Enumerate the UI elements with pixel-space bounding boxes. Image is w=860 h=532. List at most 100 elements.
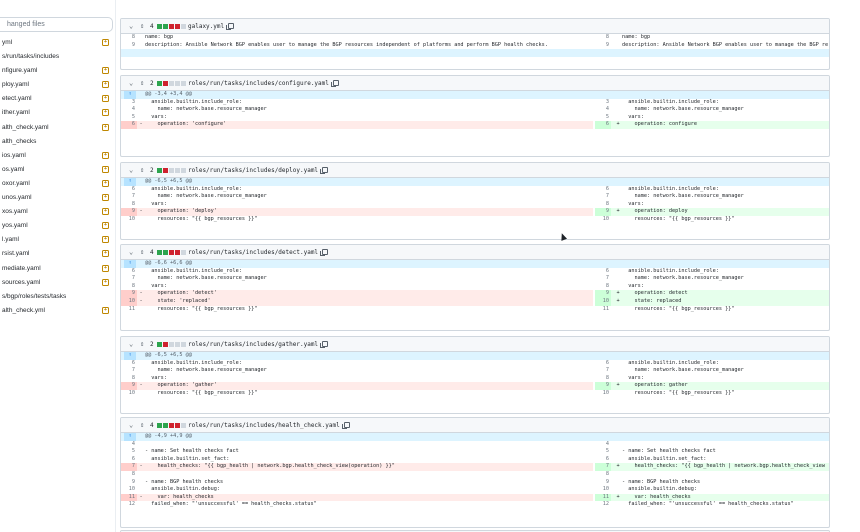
line-number-right[interactable]: 6 <box>595 456 609 464</box>
copy-icon[interactable] <box>330 80 339 87</box>
line-number-left[interactable]: 8 <box>121 471 135 479</box>
line-number-left[interactable]: 7 <box>121 367 135 375</box>
file-tree-item[interactable]: yml + <box>0 36 115 50</box>
line-number-right[interactable]: 11 <box>595 306 609 314</box>
file-tree-item[interactable]: oxor.yaml + <box>0 177 115 191</box>
chevron-down-icon[interactable]: ⌄ <box>129 163 133 178</box>
chevron-down-icon[interactable]: ⌄ <box>129 76 133 91</box>
line-number-left[interactable]: 6 <box>121 121 135 129</box>
expand-up-icon[interactable]: ⇡ <box>124 260 136 268</box>
line-number-right[interactable]: 10 <box>595 298 609 306</box>
line-number-right[interactable]: 4 <box>595 106 609 114</box>
line-number-left[interactable]: 9 <box>121 382 135 390</box>
expand-icon[interactable]: ⇕ <box>140 76 144 91</box>
expand-icon[interactable]: ⇕ <box>140 19 144 34</box>
line-number-left[interactable]: 4 <box>121 106 135 114</box>
line-number-left[interactable]: 9 <box>121 208 135 216</box>
line-number-left[interactable]: 9 <box>121 42 135 50</box>
line-number-right[interactable]: 8 <box>595 471 609 479</box>
file-tree-folder[interactable]: s/bgp/roles/tests/tasks <box>0 290 115 304</box>
line-number-right[interactable]: 6 <box>595 186 609 194</box>
line-number-right[interactable]: 5 <box>595 448 609 456</box>
line-number-left[interactable]: 7 <box>121 463 135 471</box>
file-path[interactable]: roles/run/tasks/includes/gather.yaml <box>188 337 329 352</box>
copy-icon[interactable] <box>341 422 350 429</box>
line-number-right[interactable]: 12 <box>595 501 609 509</box>
chevron-down-icon[interactable]: ⌄ <box>129 19 133 34</box>
copy-icon[interactable] <box>320 167 329 174</box>
file-path[interactable]: roles/run/tasks/includes/deploy.yaml <box>188 163 329 178</box>
line-number-left[interactable]: 8 <box>121 34 135 42</box>
line-number-left[interactable]: 6 <box>121 186 135 194</box>
line-number-left[interactable]: 11 <box>121 494 135 502</box>
line-number-right[interactable]: 8 <box>595 34 609 42</box>
line-number-right[interactable]: 9 <box>595 479 609 487</box>
file-tree-item[interactable]: unos.yaml + <box>0 191 115 205</box>
file-path[interactable]: roles/run/tasks/includes/configure.yaml <box>188 76 339 91</box>
line-number-right[interactable]: 9 <box>595 290 609 298</box>
line-number-left[interactable]: 10 <box>121 486 135 494</box>
line-number-left[interactable]: 6 <box>121 456 135 464</box>
line-number-left[interactable]: 8 <box>121 375 135 383</box>
line-number-right[interactable]: 6 <box>595 121 609 129</box>
line-number-left[interactable]: 10 <box>121 390 135 398</box>
line-number-right[interactable]: 9 <box>595 208 609 216</box>
line-number-right[interactable]: 10 <box>595 486 609 494</box>
file-tree-item[interactable]: ploy.yaml + <box>0 78 115 92</box>
expand-up-icon[interactable]: ⇡ <box>124 352 136 360</box>
expand-up-icon[interactable]: ⇡ <box>124 178 136 186</box>
expand-icon[interactable]: ⇕ <box>140 163 144 178</box>
file-tree-folder[interactable]: alth_checks <box>0 135 115 149</box>
file-path[interactable]: galaxy.yml <box>188 19 235 34</box>
file-tree-item[interactable]: nfigure.yaml + <box>0 64 115 78</box>
line-number-left[interactable]: 6 <box>121 360 135 368</box>
line-number-left[interactable]: 6 <box>121 268 135 276</box>
line-number-right[interactable]: 7 <box>595 275 609 283</box>
expand-up-icon[interactable]: ⇡ <box>124 433 136 441</box>
line-number-right[interactable]: 8 <box>595 283 609 291</box>
line-number-left[interactable]: 10 <box>121 298 135 306</box>
copy-icon[interactable] <box>226 23 235 30</box>
file-path[interactable]: roles/run/tasks/includes/detect.yaml <box>188 245 329 260</box>
copy-icon[interactable] <box>320 249 329 256</box>
line-number-right[interactable]: 7 <box>595 193 609 201</box>
file-tree-item[interactable]: alth_check.yml + <box>0 304 115 318</box>
line-number-left[interactable]: 5 <box>121 114 135 122</box>
line-number-right[interactable]: 5 <box>595 114 609 122</box>
line-number-left[interactable]: 9 <box>121 479 135 487</box>
file-tree-item[interactable]: yos.yaml + <box>0 219 115 233</box>
line-number-right[interactable]: 8 <box>595 375 609 383</box>
expand-up-icon[interactable]: ⇡ <box>124 91 136 99</box>
file-tree-item[interactable]: l.yaml + <box>0 233 115 247</box>
line-number-right[interactable]: 10 <box>595 390 609 398</box>
file-tree-item[interactable]: sources.yaml + <box>0 276 115 290</box>
line-number-left[interactable]: 7 <box>121 193 135 201</box>
line-number-left[interactable]: 9 <box>121 290 135 298</box>
file-tree-item[interactable]: etect.yaml + <box>0 92 115 106</box>
copy-icon[interactable] <box>320 341 329 348</box>
line-number-right[interactable]: 9 <box>595 42 609 50</box>
file-tree-item[interactable]: ither.yaml + <box>0 106 115 120</box>
line-number-left[interactable]: 12 <box>121 501 135 509</box>
line-number-left[interactable]: 8 <box>121 201 135 209</box>
expand-icon[interactable]: ⇕ <box>140 418 144 433</box>
file-tree-item[interactable]: rsist.yaml + <box>0 247 115 261</box>
expand-icon[interactable]: ⇕ <box>140 337 144 352</box>
line-number-left[interactable]: 10 <box>121 216 135 224</box>
line-number-right[interactable]: 4 <box>595 441 609 449</box>
line-number-left[interactable]: 8 <box>121 283 135 291</box>
file-tree-item[interactable]: ios.yaml + <box>0 149 115 163</box>
line-number-right[interactable]: 3 <box>595 99 609 107</box>
file-tree-folder[interactable]: s/run/tasks/includes <box>0 50 115 64</box>
line-number-right[interactable]: 10 <box>595 216 609 224</box>
line-number-right[interactable]: 8 <box>595 201 609 209</box>
line-number-right[interactable]: 6 <box>595 360 609 368</box>
line-number-right[interactable]: 7 <box>595 367 609 375</box>
expand-rest-bar[interactable] <box>121 49 829 58</box>
line-number-right[interactable]: 6 <box>595 268 609 276</box>
line-number-right[interactable]: 9 <box>595 382 609 390</box>
line-number-left[interactable]: 11 <box>121 306 135 314</box>
file-tree-item[interactable]: xos.yaml + <box>0 205 115 219</box>
chevron-down-icon[interactable]: ⌄ <box>129 337 133 352</box>
line-number-right[interactable]: 7 <box>595 463 609 471</box>
